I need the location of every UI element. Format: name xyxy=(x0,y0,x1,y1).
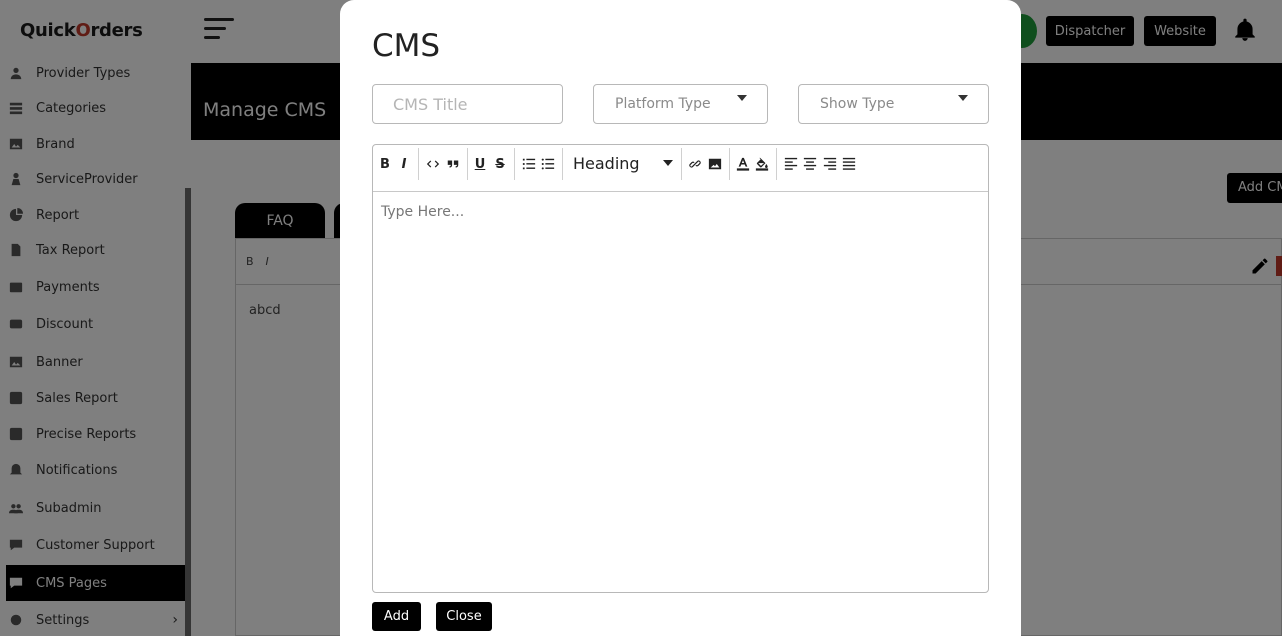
italic-button[interactable]: I xyxy=(398,154,410,174)
code-button[interactable] xyxy=(425,154,441,174)
bullet-list-icon xyxy=(541,158,555,170)
font-color-icon xyxy=(736,157,750,171)
underline-button[interactable]: U xyxy=(474,154,486,174)
modal-title: CMS xyxy=(372,28,441,64)
image-button[interactable] xyxy=(707,154,723,174)
show-type-select[interactable]: Show Type xyxy=(798,84,989,124)
align-right-icon xyxy=(823,157,837,170)
chevron-down-icon xyxy=(958,95,968,101)
align-justify-icon xyxy=(842,157,856,170)
rich-text-editor: B I U S Heading Type Here... xyxy=(372,144,989,593)
align-left-icon xyxy=(784,157,798,170)
ordered-list-icon xyxy=(522,158,536,170)
close-button[interactable]: Close xyxy=(436,602,492,631)
image-icon xyxy=(708,158,722,170)
cms-title-input[interactable] xyxy=(373,85,562,123)
highlight-color-button[interactable] xyxy=(754,154,770,174)
quote-icon xyxy=(447,160,459,168)
strikethrough-button[interactable]: S xyxy=(494,154,506,174)
editor-placeholder: Type Here... xyxy=(381,204,465,220)
fill-color-icon xyxy=(755,157,769,171)
platform-type-select[interactable]: Platform Type xyxy=(593,84,768,124)
platform-type-label: Platform Type xyxy=(615,96,711,112)
ordered-list-button[interactable] xyxy=(521,154,537,174)
bold-button[interactable]: B xyxy=(379,154,391,174)
align-center-button[interactable] xyxy=(802,154,818,174)
heading-select[interactable]: Heading xyxy=(573,154,673,174)
align-right-button[interactable] xyxy=(822,154,838,174)
chevron-down-icon xyxy=(737,95,747,101)
blockquote-button[interactable] xyxy=(445,154,461,174)
add-button[interactable]: Add xyxy=(372,602,421,631)
bullet-list-button[interactable] xyxy=(540,154,556,174)
font-color-button[interactable] xyxy=(735,154,751,174)
heading-select-label: Heading xyxy=(573,154,640,173)
editor-content-area[interactable]: Type Here... xyxy=(373,193,988,592)
align-justify-button[interactable] xyxy=(841,154,857,174)
code-icon xyxy=(426,160,440,168)
cms-title-field xyxy=(372,84,563,124)
editor-toolbar: B I U S Heading xyxy=(373,145,988,192)
link-button[interactable] xyxy=(687,154,703,174)
show-type-label: Show Type xyxy=(820,96,895,112)
chevron-down-icon xyxy=(663,160,673,166)
align-left-button[interactable] xyxy=(783,154,799,174)
align-center-icon xyxy=(803,157,817,170)
cms-modal: CMS Platform Type Show Type B I U S xyxy=(340,0,1021,636)
link-icon xyxy=(689,160,701,168)
